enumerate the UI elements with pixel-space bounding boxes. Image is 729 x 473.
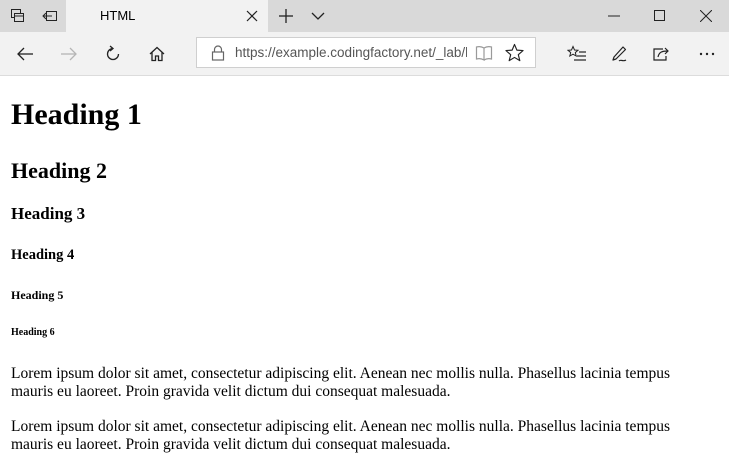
heading-3: Heading 3	[11, 204, 86, 223]
heading-1: Heading 1	[11, 98, 142, 131]
browser-tab[interactable]: HTML	[66, 0, 268, 32]
minimize-button[interactable]	[591, 0, 637, 32]
address-bar[interactable]: https://example.codingfactory.net/_lab/h	[196, 37, 536, 68]
more-button[interactable]	[691, 38, 723, 70]
favorites-list-icon	[567, 45, 586, 61]
forward-button[interactable]	[53, 38, 85, 70]
maximize-icon	[654, 10, 665, 21]
new-tab-button[interactable]	[270, 0, 302, 32]
ellipsis-icon	[699, 52, 715, 56]
arrow-left-icon	[17, 47, 33, 61]
lock-icon	[211, 45, 225, 61]
heading-4: Heading 4	[11, 247, 75, 263]
tabs-aside-icon	[42, 11, 57, 21]
set-aside-tabs-icon	[11, 9, 24, 22]
paragraph: Lorem ipsum dolor sit amet, consectetur …	[11, 418, 671, 453]
arrow-right-icon	[61, 47, 77, 61]
url-text[interactable]: https://example.codingfactory.net/_lab/h	[235, 45, 467, 60]
heading-2: Heading 2	[11, 158, 107, 183]
window-close-icon	[700, 10, 712, 22]
refresh-icon	[106, 45, 120, 61]
heading-6: Heading 6	[11, 327, 55, 338]
tab-title: HTML	[100, 8, 136, 23]
window-close-button[interactable]	[683, 0, 729, 32]
favorites-hub-button[interactable]	[561, 38, 593, 70]
home-button[interactable]	[141, 38, 173, 70]
star-icon	[505, 43, 524, 62]
home-icon	[149, 46, 165, 62]
minimize-icon	[608, 15, 620, 17]
close-icon	[246, 10, 258, 22]
chevron-down-icon	[311, 12, 325, 20]
maximize-button[interactable]	[637, 0, 683, 32]
refresh-button[interactable]	[97, 38, 129, 70]
share-icon	[653, 47, 669, 61]
page-content: Heading 1 Heading 2 Heading 3 Heading 4 …	[0, 76, 729, 473]
title-bar: HTML	[0, 0, 729, 32]
paragraph: Lorem ipsum dolor sit amet, consectetur …	[11, 365, 671, 400]
add-notes-button[interactable]	[603, 38, 635, 70]
add-favorite-button[interactable]	[505, 43, 524, 62]
reading-view-button[interactable]	[475, 44, 493, 62]
heading-5: Heading 5	[11, 288, 64, 302]
tab-preview-button[interactable]	[302, 0, 334, 32]
share-button[interactable]	[645, 38, 677, 70]
tab-close-button[interactable]	[244, 8, 260, 24]
set-aside-tabs-button[interactable]	[2, 0, 34, 32]
navigation-bar: https://example.codingfactory.net/_lab/h	[0, 32, 729, 76]
pen-icon	[612, 46, 627, 62]
tabs-aside-button[interactable]	[34, 0, 66, 32]
plus-icon	[279, 9, 293, 23]
book-icon	[475, 46, 493, 62]
back-button[interactable]	[9, 38, 41, 70]
